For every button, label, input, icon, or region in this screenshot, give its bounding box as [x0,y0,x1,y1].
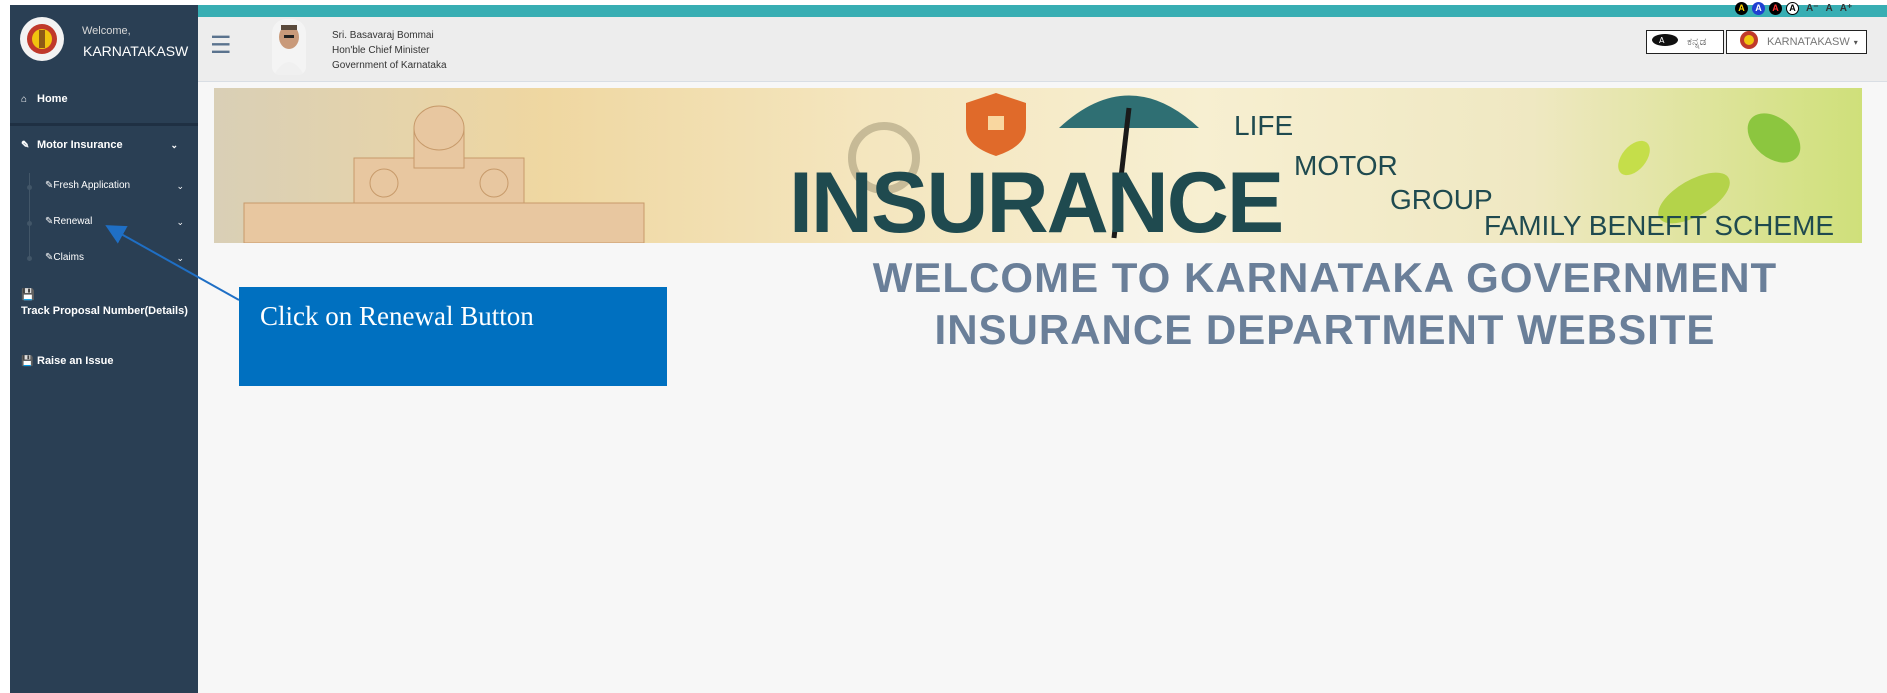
hamburger-menu-icon[interactable]: ☰ [210,31,232,60]
user-menu-label: KARNATAKASW [1767,36,1850,48]
font-normal-button[interactable]: A [1826,3,1833,14]
chevron-down-icon: ⌄ [176,217,184,227]
user-menu-dropdown[interactable]: KARNATAKASW ▾ [1726,30,1867,54]
callout-text: Click on Renewal Button [260,301,534,331]
insurance-banner: INSURANCE LIFE MOTOR GROUP FAMILY BENEFI… [214,88,1862,243]
chief-minister-info: Sri. Basavaraj Bommai Hon'ble Chief Mini… [332,28,447,73]
tutorial-callout: Click on Renewal Button [239,287,667,386]
sidebar-item-label: Motor Insurance [37,139,123,151]
sidebar-item-label: Track Proposal Number(Details) [21,305,188,317]
cm-name: Sri. Basavaraj Bommai [332,30,434,41]
sidebar-item-label: Renewal [53,216,93,227]
save-icon: 💾 [21,289,35,301]
sidebar-item-label: Raise an Issue [37,355,114,367]
karnataka-emblem-icon [1739,30,1759,55]
cm-title: Hon'ble Chief Minister [332,45,430,56]
save-icon: 💾 [21,356,34,367]
sidebar-username: KARNATAKASW [83,43,189,59]
sidebar-item-fresh-application[interactable]: ✎Fresh Application ⌄ [10,177,198,201]
sidebar-item-renewal[interactable]: ✎Renewal ⌄ [10,213,198,237]
sidebar-item-track-proposal[interactable]: 💾 Track Proposal Number(Details) [10,285,198,325]
chevron-down-icon: ⌄ [176,253,184,263]
welcome-line-1: WELCOME TO KARNATAKA GOVERNMENT [872,254,1778,301]
svg-text:A: A [1659,36,1665,45]
language-switch-button[interactable]: A ಕನ್ನಡ [1646,30,1724,54]
karnataka-emblem-icon [20,17,64,61]
translate-icon: A [1651,33,1679,52]
chevron-down-icon: ⌄ [176,181,184,191]
contrast-yellow-button[interactable]: A [1735,1,1748,15]
top-accent-strip [198,5,1887,17]
language-label: ಕನ್ನಡ [1687,35,1707,48]
banner-tag-group: GROUP [1390,184,1493,215]
sidebar-item-label: Home [37,93,68,105]
welcome-line-2: INSURANCE DEPARTMENT WEBSITE [934,306,1716,353]
accessibility-toolbar: A A A A A⁻ A A⁺ [1735,1,1852,15]
divider [10,123,198,126]
cm-government: Government of Karnataka [332,60,447,71]
chief-minister-photo [272,19,306,75]
welcome-heading: WELCOME TO KARNATAKA GOVERNMENT INSURANC… [760,252,1887,356]
banner-headline: INSURANCE [789,155,1284,243]
banner-tag-life: LIFE [1234,110,1294,141]
chevron-down-icon: ⌄ [170,140,178,150]
sidebar-item-label: Fresh Application [53,180,131,191]
profile-area: Welcome, KARNATAKASW [10,5,198,75]
sidebar-item-home[interactable]: ⌂ Home [10,85,201,123]
banner-tag-motor: MOTOR [1294,150,1398,181]
sidebar: Welcome, KARNATAKASW ⌂ Home ✎ Motor Insura… [10,5,201,693]
font-decrease-button[interactable]: A⁻ [1806,3,1819,14]
edit-icon: ✎ [21,140,30,151]
sidebar-item-raise-issue[interactable]: 💾 Raise an Issue [10,349,198,375]
sidebar-item-motor-insurance[interactable]: ✎ Motor Insurance ⌄ [10,127,198,165]
contrast-red-button[interactable]: A [1769,1,1782,15]
sidebar-item-label: Claims [53,252,84,263]
top-navbar: ☰ Sri. Basavaraj Bommai Hon'ble Chief Mi… [198,17,1887,82]
banner-tag-family-benefit: FAMILY BENEFIT SCHEME [1484,210,1835,241]
caret-down-icon: ▾ [1853,37,1858,47]
font-increase-button[interactable]: A⁺ [1840,3,1853,14]
sidebar-item-claims[interactable]: ✎Claims ⌄ [10,249,198,273]
home-icon: ⌂ [21,94,28,105]
contrast-default-button[interactable]: A [1786,1,1799,15]
welcome-label: Welcome, [82,25,131,37]
contrast-blue-button[interactable]: A [1752,1,1765,15]
